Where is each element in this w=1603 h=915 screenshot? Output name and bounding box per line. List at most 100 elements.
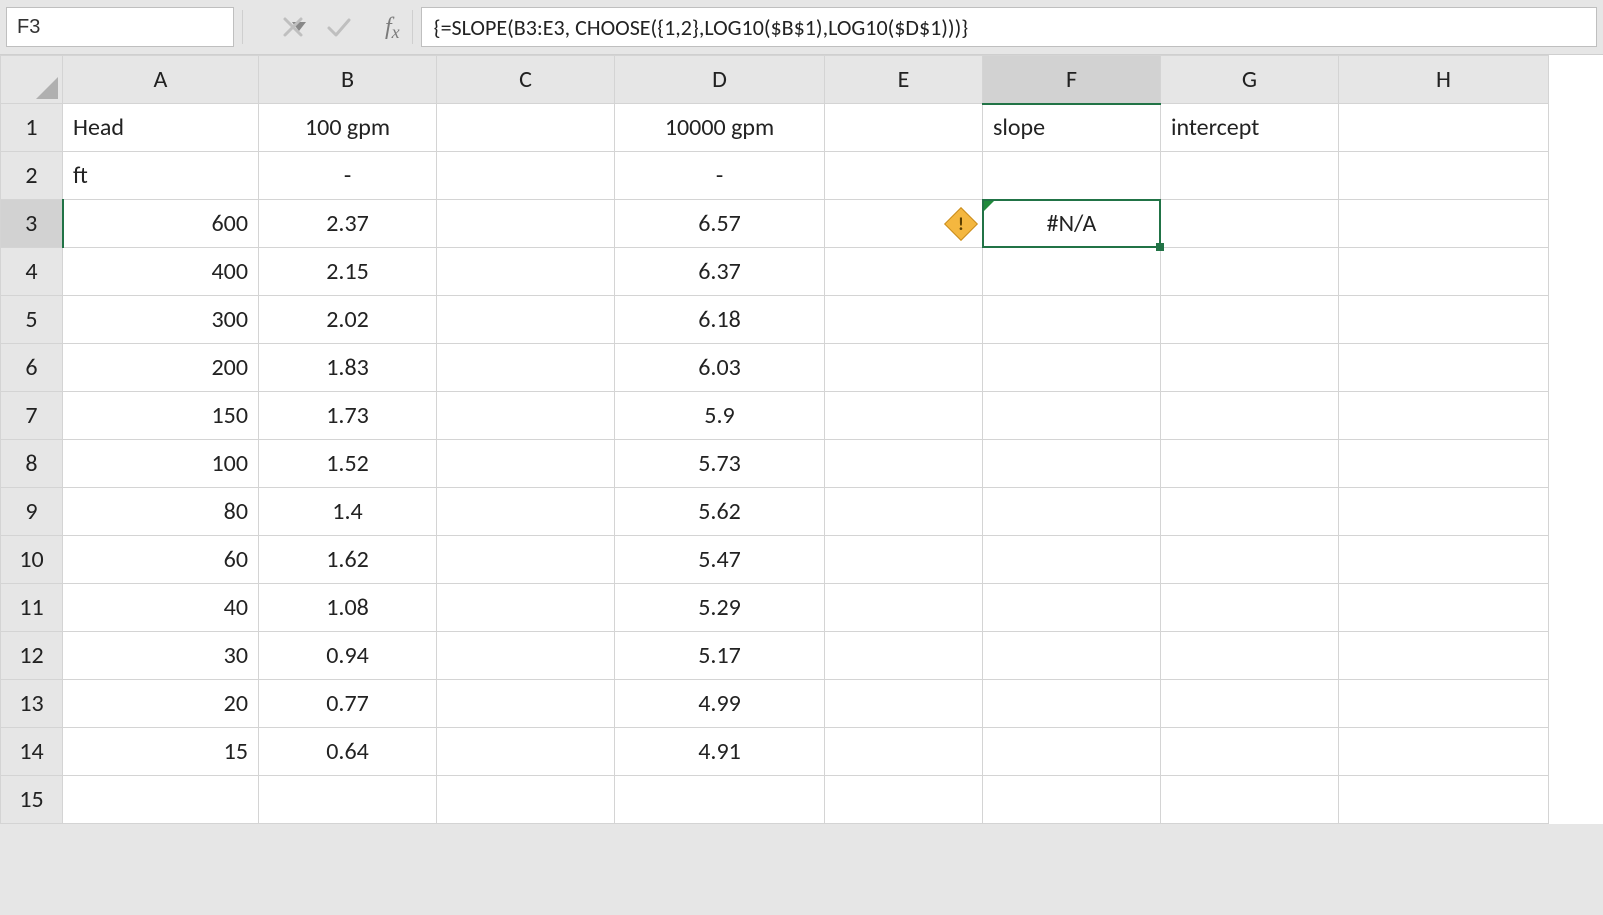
- cell-C9[interactable]: [437, 488, 615, 536]
- cell-G11[interactable]: [1161, 584, 1339, 632]
- cell-G15[interactable]: [1161, 776, 1339, 824]
- name-box-container[interactable]: [6, 7, 234, 47]
- cell-A4[interactable]: 400: [63, 248, 259, 296]
- cell-A13[interactable]: 20: [63, 680, 259, 728]
- cell-E6[interactable]: [825, 344, 983, 392]
- cell-D8[interactable]: 5.73: [615, 440, 825, 488]
- spreadsheet-grid[interactable]: A B C D E F G H 1Head100 gpm10000 gpmslo…: [0, 54, 1603, 824]
- cell-H14[interactable]: [1339, 728, 1549, 776]
- cell-H7[interactable]: [1339, 392, 1549, 440]
- cell-C1[interactable]: [437, 104, 615, 152]
- row-head-12[interactable]: 12: [1, 632, 63, 680]
- col-head-B[interactable]: B: [259, 56, 437, 104]
- cell-A8[interactable]: 100: [63, 440, 259, 488]
- row-head-5[interactable]: 5: [1, 296, 63, 344]
- cell-H2[interactable]: [1339, 152, 1549, 200]
- cell-F1[interactable]: slope: [983, 104, 1161, 152]
- cell-F5[interactable]: [983, 296, 1161, 344]
- cell-E7[interactable]: [825, 392, 983, 440]
- formula-input[interactable]: [421, 7, 1597, 47]
- cell-G10[interactable]: [1161, 536, 1339, 584]
- col-head-C[interactable]: C: [437, 56, 615, 104]
- cell-F7[interactable]: [983, 392, 1161, 440]
- cell-D5[interactable]: 6.18: [615, 296, 825, 344]
- cell-B13[interactable]: 0.77: [259, 680, 437, 728]
- cell-A2[interactable]: ft: [63, 152, 259, 200]
- cell-B15[interactable]: [259, 776, 437, 824]
- cell-B8[interactable]: 1.52: [259, 440, 437, 488]
- col-head-D[interactable]: D: [615, 56, 825, 104]
- cell-A6[interactable]: 200: [63, 344, 259, 392]
- cell-F14[interactable]: [983, 728, 1161, 776]
- cell-C2[interactable]: [437, 152, 615, 200]
- cell-B9[interactable]: 1.4: [259, 488, 437, 536]
- cell-B7[interactable]: 1.73: [259, 392, 437, 440]
- col-head-G[interactable]: G: [1161, 56, 1339, 104]
- cell-C14[interactable]: [437, 728, 615, 776]
- cell-F10[interactable]: [983, 536, 1161, 584]
- cell-H6[interactable]: [1339, 344, 1549, 392]
- row-head-3[interactable]: 3: [1, 200, 63, 248]
- row-head-1[interactable]: 1: [1, 104, 63, 152]
- cell-C11[interactable]: [437, 584, 615, 632]
- cell-G9[interactable]: [1161, 488, 1339, 536]
- row-head-15[interactable]: 15: [1, 776, 63, 824]
- cell-B10[interactable]: 1.62: [259, 536, 437, 584]
- cell-C15[interactable]: [437, 776, 615, 824]
- cell-E2[interactable]: [825, 152, 983, 200]
- cell-B4[interactable]: 2.15: [259, 248, 437, 296]
- cell-G12[interactable]: [1161, 632, 1339, 680]
- cell-F6[interactable]: [983, 344, 1161, 392]
- cell-D13[interactable]: 4.99: [615, 680, 825, 728]
- col-head-E[interactable]: E: [825, 56, 983, 104]
- cell-A15[interactable]: [63, 776, 259, 824]
- cell-D10[interactable]: 5.47: [615, 536, 825, 584]
- cell-H13[interactable]: [1339, 680, 1549, 728]
- cell-F8[interactable]: [983, 440, 1161, 488]
- cell-G13[interactable]: [1161, 680, 1339, 728]
- cell-C6[interactable]: [437, 344, 615, 392]
- row-head-8[interactable]: 8: [1, 440, 63, 488]
- row-head-10[interactable]: 10: [1, 536, 63, 584]
- cell-D6[interactable]: 6.03: [615, 344, 825, 392]
- cell-C3[interactable]: [437, 200, 615, 248]
- cell-A9[interactable]: 80: [63, 488, 259, 536]
- cell-H11[interactable]: [1339, 584, 1549, 632]
- cell-C5[interactable]: [437, 296, 615, 344]
- cell-H4[interactable]: [1339, 248, 1549, 296]
- cell-H12[interactable]: [1339, 632, 1549, 680]
- row-head-13[interactable]: 13: [1, 680, 63, 728]
- cell-G6[interactable]: [1161, 344, 1339, 392]
- cell-C13[interactable]: [437, 680, 615, 728]
- cell-C8[interactable]: [437, 440, 615, 488]
- cell-F13[interactable]: [983, 680, 1161, 728]
- cell-C4[interactable]: [437, 248, 615, 296]
- row-head-7[interactable]: 7: [1, 392, 63, 440]
- cell-F12[interactable]: [983, 632, 1161, 680]
- cell-A11[interactable]: 40: [63, 584, 259, 632]
- cell-H5[interactable]: [1339, 296, 1549, 344]
- cell-A14[interactable]: 15: [63, 728, 259, 776]
- cell-D1[interactable]: 10000 gpm: [615, 104, 825, 152]
- cell-D7[interactable]: 5.9: [615, 392, 825, 440]
- error-smart-tag-icon[interactable]: !: [946, 209, 976, 239]
- row-head-6[interactable]: 6: [1, 344, 63, 392]
- cell-C12[interactable]: [437, 632, 615, 680]
- cell-B11[interactable]: 1.08: [259, 584, 437, 632]
- cell-F2[interactable]: [983, 152, 1161, 200]
- cell-E15[interactable]: [825, 776, 983, 824]
- cell-B1[interactable]: 100 gpm: [259, 104, 437, 152]
- row-head-14[interactable]: 14: [1, 728, 63, 776]
- cell-A10[interactable]: 60: [63, 536, 259, 584]
- row-head-11[interactable]: 11: [1, 584, 63, 632]
- cell-E3[interactable]: !: [825, 200, 983, 248]
- select-all-corner[interactable]: [1, 56, 63, 104]
- cell-F9[interactable]: [983, 488, 1161, 536]
- cell-D4[interactable]: 6.37: [615, 248, 825, 296]
- cell-C7[interactable]: [437, 392, 615, 440]
- fx-icon[interactable]: fx: [385, 14, 400, 41]
- cell-E14[interactable]: [825, 728, 983, 776]
- cell-A1[interactable]: Head: [63, 104, 259, 152]
- cell-B12[interactable]: 0.94: [259, 632, 437, 680]
- cell-C10[interactable]: [437, 536, 615, 584]
